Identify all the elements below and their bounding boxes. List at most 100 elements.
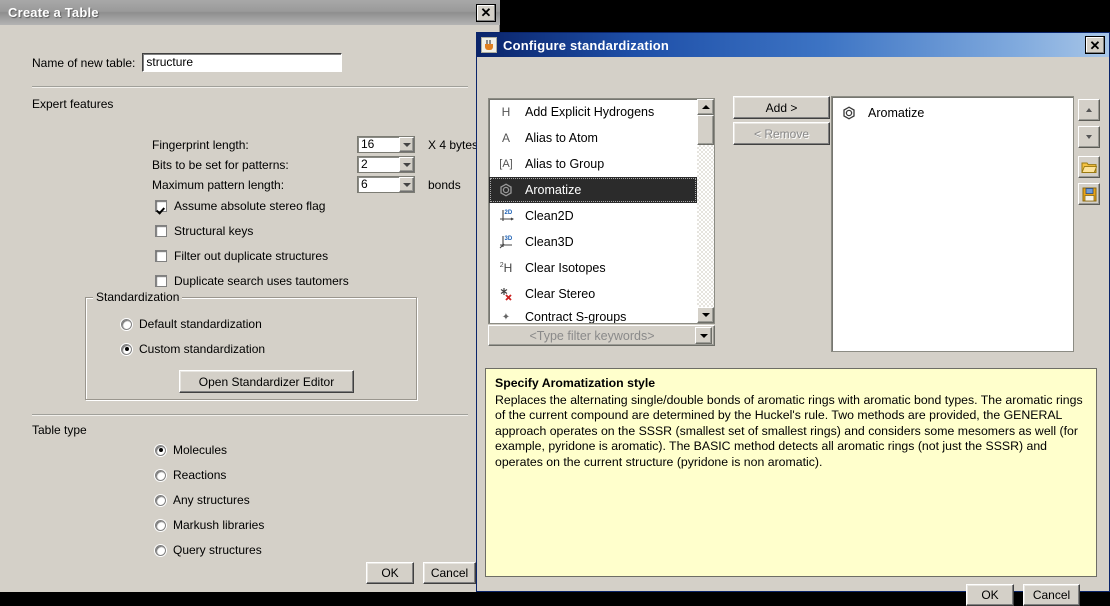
radio-icon[interactable] [155,445,166,456]
radio-icon[interactable] [121,319,132,330]
scrollbar-thumb[interactable] [697,115,714,145]
radio-molecules[interactable]: Molecules [155,443,227,457]
fingerprint-length-spinner[interactable]: 16 [357,136,415,153]
list-item-label: Alias to Atom [525,131,598,145]
available-actions-list[interactable]: H Add Explicit Hydrogens A Alias to Atom… [488,98,715,324]
checkbox-icon[interactable] [155,200,167,212]
checkbox-icon[interactable] [155,275,167,287]
list-item-label: Clean3D [525,235,574,249]
configure-standardization-titlebar[interactable]: Configure standardization ✕ [477,33,1109,57]
selected-actions-list[interactable]: Aromatize [831,96,1074,352]
divider-bottom [32,414,468,415]
list-item-label: Clean2D [525,209,574,223]
radio-label: Molecules [173,443,227,457]
radio-reactions[interactable]: Reactions [155,468,226,482]
selected-list-item[interactable]: Aromatize [832,100,1073,126]
left-ok-button[interactable]: OK [366,562,414,584]
radio-query-structures[interactable]: Query structures [155,543,262,557]
filter-keywords-combo[interactable]: <Type filter keywords> [488,325,715,346]
table-name-input[interactable]: structure [142,53,342,72]
clean2d-icon: 2D [496,206,516,226]
create-a-table-dialog: Create a Table ✕ Name of new table: stru… [0,0,500,592]
chevron-down-icon[interactable] [399,157,414,172]
description-body: Replaces the alternating single/double b… [495,393,1087,471]
description-title: Specify Aromatization style [495,376,1087,392]
aromatize-icon [839,103,859,123]
checkbox-icon[interactable] [155,225,167,237]
chevron-down-icon[interactable] [695,327,712,344]
bits-patterns-spinner[interactable]: 2 [357,156,415,173]
left-cancel-button[interactable]: Cancel [423,562,476,584]
available-actions-items: H Add Explicit Hydrogens A Alias to Atom… [489,99,697,323]
available-list-scrollbar[interactable] [697,99,714,323]
divider-top [32,86,468,87]
list-item[interactable]: H Add Explicit Hydrogens [489,99,697,125]
list-item[interactable]: Clear Stereo [489,281,697,307]
list-item[interactable]: 2D Clean2D [489,203,697,229]
remove-button[interactable]: < Remove [733,122,830,145]
list-item-label: Aromatize [525,183,581,197]
move-up-button[interactable] [1078,99,1100,121]
radio-custom-standardization[interactable]: Custom standardization [121,342,265,356]
svg-text:3D: 3D [505,236,513,242]
table-name-row: Name of new table: structure [32,53,342,72]
close-icon[interactable]: ✕ [1085,36,1105,54]
radio-any-structures[interactable]: Any structures [155,493,250,507]
radio-icon[interactable] [155,495,166,506]
expert-features-label: Expert features [32,97,113,111]
save-button[interactable] [1078,183,1100,205]
checkbox-label: Structural keys [174,224,253,238]
checkbox-structural-keys[interactable]: Structural keys [155,224,253,238]
list-item[interactable]: 3D Clean3D [489,229,697,255]
open-standardizer-editor-button[interactable]: Open Standardizer Editor [179,370,354,393]
table-name-label: Name of new table: [32,56,135,70]
add-button[interactable]: Add > [733,96,830,119]
list-item[interactable]: A Alias to Atom [489,125,697,151]
radio-icon[interactable] [121,344,132,355]
list-item[interactable]: ✦ Contract S-groups [489,307,697,323]
scroll-down-icon[interactable] [697,307,714,323]
radio-default-standardization[interactable]: Default standardization [121,317,262,331]
hydrogen-icon: H [496,102,516,122]
close-icon[interactable]: ✕ [476,4,496,22]
filter-keywords-placeholder: <Type filter keywords> [489,329,695,343]
scroll-up-icon[interactable] [697,99,714,115]
alias-group-icon: [A] [496,154,516,174]
checkbox-assume-absolute-stereo[interactable]: Assume absolute stereo flag [155,199,325,213]
open-folder-button[interactable] [1078,156,1100,178]
radio-label: Custom standardization [139,342,265,356]
move-down-button[interactable] [1078,126,1100,148]
alias-atom-icon: A [496,128,516,148]
checkbox-duplicate-tautomers[interactable]: Duplicate search uses tautomers [155,274,349,288]
max-pattern-length-spinner[interactable]: 6 [357,176,415,193]
chevron-down-icon[interactable] [399,177,414,192]
right-ok-button[interactable]: OK [966,584,1014,606]
checkbox-icon[interactable] [155,250,167,262]
right-cancel-button[interactable]: Cancel [1023,584,1080,606]
folder-icon [1081,160,1097,174]
clear-isotopes-icon: 2H [496,258,516,278]
list-item-label: Contract S-groups [525,310,626,323]
list-item-label: Clear Isotopes [525,261,606,275]
java-app-icon [481,37,497,53]
list-item[interactable]: [A] Alias to Group [489,151,697,177]
fingerprint-length-value: 16 [358,137,399,152]
list-item-label: Alias to Group [525,157,604,171]
radio-label: Any structures [173,493,250,507]
scrollbar-track[interactable] [697,145,714,307]
chevron-down-icon[interactable] [399,137,414,152]
radio-icon[interactable] [155,520,166,531]
configure-standardization-title: Configure standardization [503,38,669,53]
configure-standardization-body: H Add Explicit Hydrogens A Alias to Atom… [477,57,1109,591]
standardization-group: Standardization Default standardization … [85,297,417,400]
list-item-aromatize[interactable]: Aromatize [489,177,697,203]
radio-icon[interactable] [155,545,166,556]
checkbox-filter-duplicates[interactable]: Filter out duplicate structures [155,249,328,263]
create-table-title: Create a Table [8,5,99,20]
list-item[interactable]: 2H Clear Isotopes [489,255,697,281]
radio-icon[interactable] [155,470,166,481]
radio-markush-libraries[interactable]: Markush libraries [155,518,264,532]
max-pattern-length-value: 6 [358,177,399,192]
standardization-legend: Standardization [93,290,182,304]
create-table-titlebar[interactable]: Create a Table ✕ [0,0,500,25]
